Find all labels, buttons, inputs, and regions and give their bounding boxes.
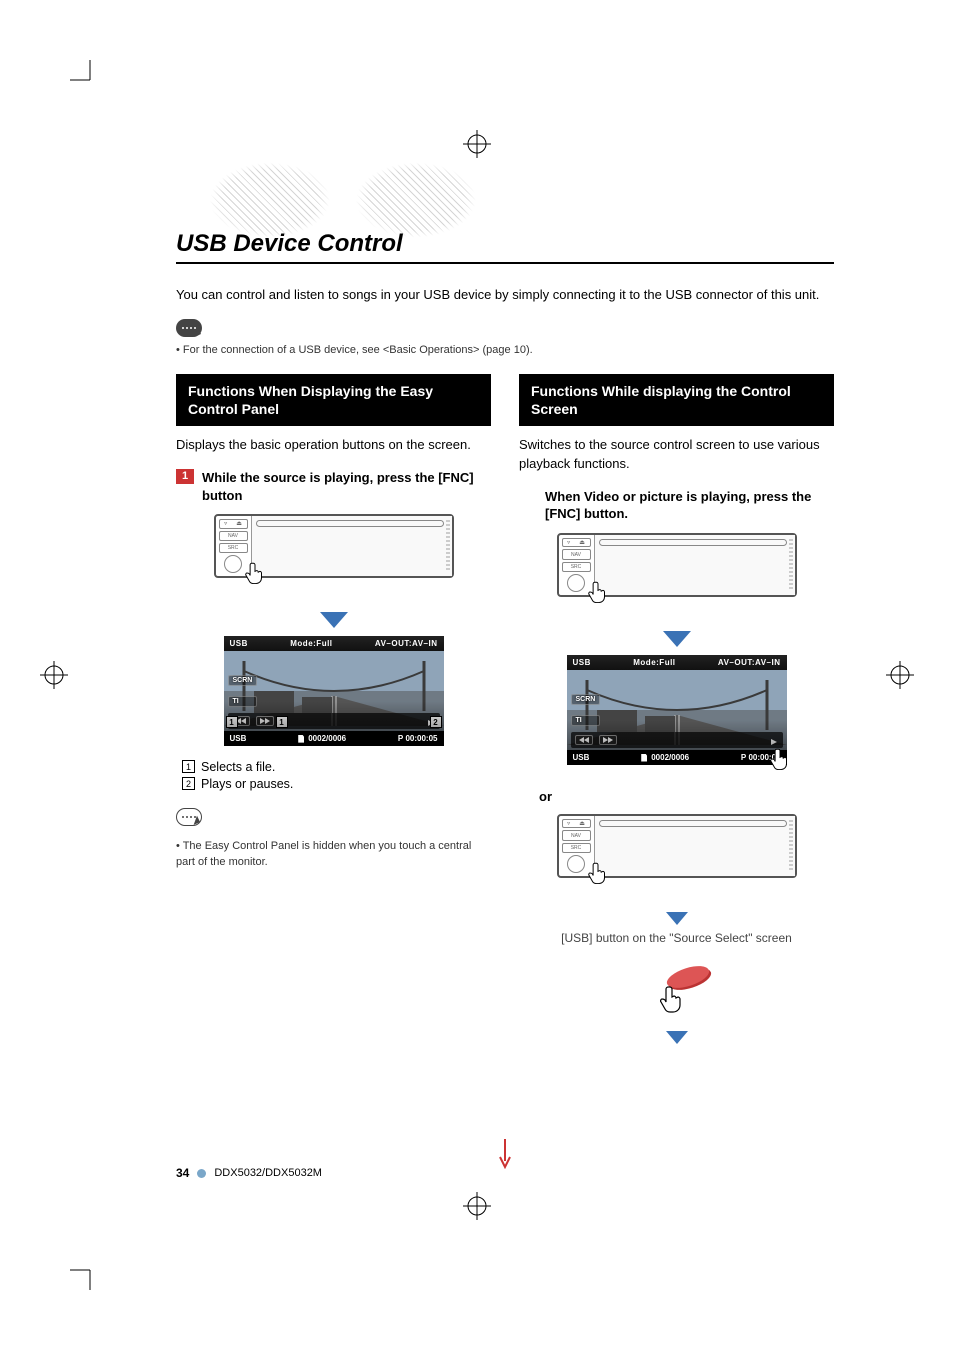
section-heading-left: Functions When Displaying the Easy Contr… <box>176 374 491 426</box>
page-title: USB Device Control <box>176 230 834 264</box>
continue-arrow-icon <box>498 1139 512 1172</box>
page-number: 34 <box>176 1166 189 1180</box>
callout-2: 2 <box>430 716 442 728</box>
panel-note: • The Easy Control Panel is hidden when … <box>176 839 491 870</box>
file-count: 0002/0006 <box>308 734 346 743</box>
shot-avout: AV–OUT:AV–IN <box>718 658 781 667</box>
ti-button[interactable]: TI <box>228 696 258 707</box>
device-illustration: ▿⏏ NAV SRC <box>214 514 454 606</box>
tap-hand-icon <box>242 560 270 588</box>
legend-num-2: 2 <box>182 777 195 790</box>
next-file-button[interactable] <box>599 735 617 745</box>
section-desc-right: Switches to the source control screen to… <box>519 436 834 474</box>
step-text: While the source is playing, press the [… <box>202 469 491 504</box>
registration-mark <box>463 1192 491 1220</box>
registration-mark <box>40 661 68 689</box>
down-arrow-icon <box>666 1031 688 1044</box>
step-text-right: When Video or picture is playing, press … <box>519 488 834 523</box>
section-heading-right: Functions While displaying the Control S… <box>519 374 834 426</box>
model-name: DDX5032/DDX5032M <box>214 1167 322 1179</box>
shot-source: USB <box>573 658 591 667</box>
global-note: • For the connection of a USB device, se… <box>176 344 834 356</box>
page-footer: 34 DDX5032/DDX5032M <box>176 1166 322 1180</box>
usb-button-illustration <box>632 965 722 1025</box>
registration-mark <box>886 661 914 689</box>
file-icon <box>641 754 647 762</box>
legend-text-1: Selects a file. <box>201 760 275 774</box>
control-screen-screenshot: USB Mode:Full AV–OUT:AV–IN <box>567 655 787 765</box>
intro-text: You can control and listen to songs in y… <box>176 286 834 305</box>
footer-dot-icon <box>197 1169 206 1178</box>
shot-source-bottom: USB <box>230 734 247 743</box>
callout-1: 1 <box>226 716 238 728</box>
down-arrow-icon <box>663 631 691 647</box>
note-icon <box>176 808 202 826</box>
section-desc-left: Displays the basic operation buttons on … <box>176 436 491 455</box>
shot-mode: Mode:Full <box>290 639 332 648</box>
shot-source: USB <box>230 639 248 648</box>
scrn-button[interactable]: SCRN <box>571 694 601 705</box>
note-icon <box>176 319 202 337</box>
callout-1b: 1 <box>276 716 288 728</box>
legend-text-2: Plays or pauses. <box>201 777 293 791</box>
shot-source-bottom: USB <box>573 753 590 762</box>
right-column: Functions While displaying the Control S… <box>519 374 834 1050</box>
shot-avout: AV–OUT:AV–IN <box>375 639 438 648</box>
time-prefix: P <box>741 753 746 762</box>
next-file-button[interactable] <box>256 716 274 726</box>
prev-file-button[interactable] <box>232 716 250 726</box>
scrn-button[interactable]: SCRN <box>228 675 258 686</box>
shot-mode: Mode:Full <box>633 658 675 667</box>
down-arrow-icon <box>320 612 348 628</box>
ti-button[interactable]: TI <box>571 715 601 726</box>
file-icon <box>298 735 304 743</box>
prev-file-button[interactable] <box>575 735 593 745</box>
easy-control-screenshot: USB Mode:Full AV–OUT:AV–IN <box>224 636 444 746</box>
legend-num-1: 1 <box>182 760 195 773</box>
tap-hand-icon <box>585 579 613 607</box>
device-illustration: ▿⏏ NAV SRC <box>557 533 797 625</box>
step-number-badge: 1 <box>176 469 194 484</box>
file-count: 0002/0006 <box>651 753 689 762</box>
cropmark <box>70 60 96 86</box>
source-select-caption: [USB] button on the "Source Select" scre… <box>519 931 834 945</box>
play-pause-button[interactable] <box>428 714 436 729</box>
cropmark <box>70 1264 96 1290</box>
time-prefix: P <box>398 734 403 743</box>
tap-hand-icon <box>585 860 613 888</box>
down-arrow-icon <box>666 912 688 925</box>
or-separator: or <box>539 789 834 804</box>
elapsed-time: 00:00:05 <box>405 734 437 743</box>
device-illustration: ▿⏏ NAV SRC <box>557 814 797 906</box>
tap-hand-icon <box>767 746 793 775</box>
left-column: Functions When Displaying the Easy Contr… <box>176 374 491 1050</box>
